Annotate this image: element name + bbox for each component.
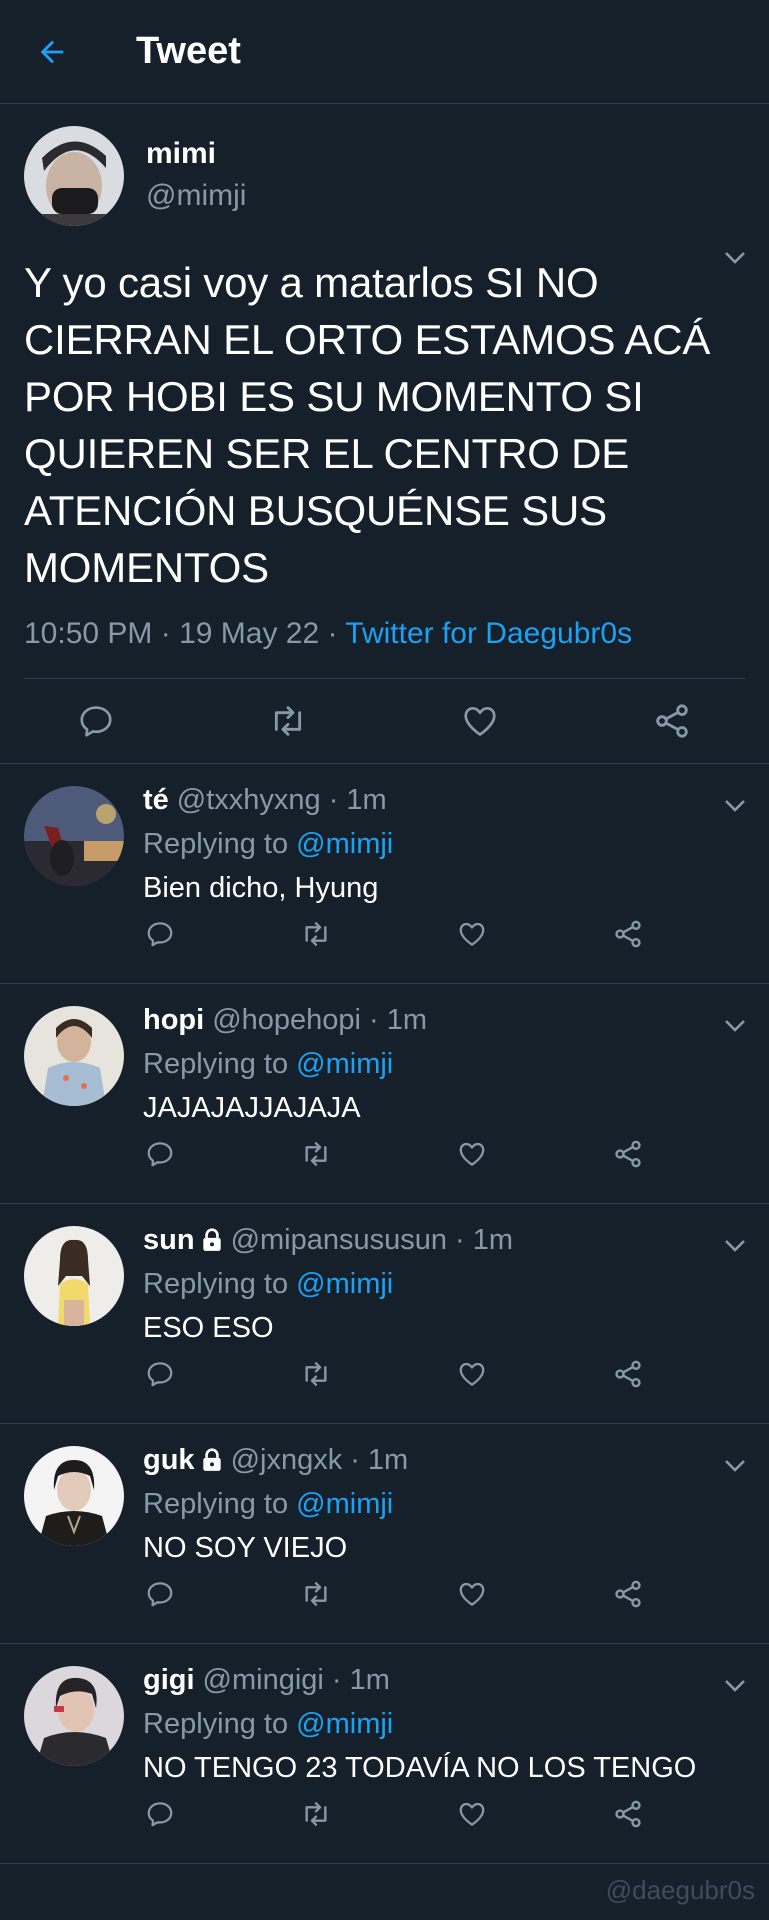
chevron-down-icon[interactable]: [721, 1012, 749, 1040]
mention-link[interactable]: @mimji: [296, 1488, 393, 1520]
replies-list: té @txxhyxng · 1m Replying to @mimji Bien di…: [0, 764, 769, 1864]
reply-text: JAJAJAJJAJAJA: [143, 1092, 361, 1124]
lock-icon: [199, 1447, 225, 1473]
retweet-icon[interactable]: [298, 916, 334, 952]
replying-to-label: Replying to: [143, 1488, 297, 1520]
retweet-icon[interactable]: [268, 701, 308, 741]
reply-text: NO SOY VIEJO: [143, 1532, 348, 1564]
reply-author-name[interactable]: hopi: [143, 998, 204, 1042]
mention-link[interactable]: @mimji: [296, 1268, 393, 1300]
tweet-actions: [24, 679, 745, 763]
reply-author-handle[interactable]: @hopehopi: [212, 998, 361, 1042]
replying-to-label: Replying to: [143, 1708, 297, 1740]
mention-link[interactable]: @mimji: [296, 828, 393, 860]
author-handle[interactable]: @mimji: [146, 174, 246, 218]
reply-text: ESO ESO: [143, 1312, 274, 1344]
share-icon[interactable]: [610, 1576, 646, 1612]
reply-icon[interactable]: [142, 1796, 178, 1832]
like-icon[interactable]: [454, 1576, 490, 1612]
main-tweet: mimi @mimji Y yo casi voy a matarlos SI …: [0, 104, 769, 763]
reply-author-name[interactable]: guk: [143, 1438, 195, 1482]
reply-author-handle[interactable]: @txxhyxng: [177, 778, 321, 822]
reply-tweet[interactable]: hopi @hopehopi · 1m Replying to @mimji JAJAJ…: [0, 984, 769, 1204]
reply-author-handle[interactable]: @mingigi: [203, 1658, 324, 1702]
like-icon[interactable]: [454, 1136, 490, 1172]
tweet-text: Y yo casi voy a matarlos SI NO CIERRAN E…: [24, 259, 711, 591]
watermark: @daegubr0s: [605, 1875, 755, 1905]
like-icon[interactable]: [454, 916, 490, 952]
avatar[interactable]: [24, 1446, 124, 1546]
reply-author-name[interactable]: sun: [143, 1218, 195, 1262]
reply-time: · 1m: [368, 1004, 427, 1036]
reply-time: · 1m: [331, 1664, 390, 1696]
replying-to-label: Replying to: [143, 1048, 297, 1080]
like-icon[interactable]: [460, 701, 500, 741]
retweet-icon[interactable]: [298, 1356, 334, 1392]
top-bar: Tweet: [0, 0, 769, 104]
reply-author-name[interactable]: gigi: [143, 1658, 195, 1702]
avatar[interactable]: [24, 1226, 124, 1326]
chevron-down-icon[interactable]: [721, 1452, 749, 1480]
chevron-down-icon[interactable]: [721, 1232, 749, 1260]
avatar[interactable]: [24, 786, 124, 886]
share-icon[interactable]: [652, 701, 692, 741]
retweet-icon[interactable]: [298, 1136, 334, 1172]
tweet-source-link[interactable]: Twitter for Daegubr0s: [345, 617, 632, 650]
reply-tweet[interactable]: gigi @mingigi · 1m Replying to @mimji NO TEN…: [0, 1644, 769, 1864]
author-name[interactable]: mimi: [146, 134, 246, 174]
reply-icon[interactable]: [142, 1356, 178, 1392]
avatar[interactable]: [24, 1006, 124, 1106]
page-title: Tweet: [136, 30, 241, 72]
reply-icon[interactable]: [142, 916, 178, 952]
share-icon[interactable]: [610, 1136, 646, 1172]
like-icon[interactable]: [454, 1796, 490, 1832]
mention-link[interactable]: @mimji: [296, 1048, 393, 1080]
avatar[interactable]: [24, 126, 124, 226]
reply-icon[interactable]: [76, 701, 116, 741]
reply-icon[interactable]: [142, 1576, 178, 1612]
reply-author-handle[interactable]: @mipansususun: [231, 1218, 447, 1262]
reply-time: · 1m: [455, 1224, 514, 1256]
replying-to-label: Replying to: [143, 1268, 297, 1300]
reply-text: Bien dicho, Hyung: [143, 872, 379, 904]
share-icon[interactable]: [610, 1356, 646, 1392]
retweet-icon[interactable]: [298, 1796, 334, 1832]
share-icon[interactable]: [610, 1796, 646, 1832]
mention-link[interactable]: @mimji: [296, 1708, 393, 1740]
chevron-down-icon[interactable]: [721, 1672, 749, 1700]
replying-to-label: Replying to: [143, 828, 297, 860]
retweet-icon[interactable]: [298, 1576, 334, 1612]
reply-time: · 1m: [328, 784, 387, 816]
back-arrow-icon[interactable]: [24, 24, 80, 80]
lock-icon: [199, 1227, 225, 1253]
tweet-meta: 10:50 PM · 19 May 22 · Twitter for Daegu…: [24, 612, 745, 656]
reply-tweet[interactable]: guk @jxngxk · 1m Replying to @mimji NO SOY V…: [0, 1424, 769, 1644]
like-icon[interactable]: [454, 1356, 490, 1392]
reply-time: · 1m: [350, 1444, 409, 1476]
reply-author-name[interactable]: té: [143, 778, 169, 822]
tweet-timestamp: 10:50 PM · 19 May 22 ·: [24, 617, 346, 650]
chevron-down-icon[interactable]: [721, 244, 749, 272]
avatar[interactable]: [24, 1666, 124, 1766]
reply-tweet[interactable]: té @txxhyxng · 1m Replying to @mimji Bien di…: [0, 764, 769, 984]
reply-author-handle[interactable]: @jxngxk: [231, 1438, 343, 1482]
chevron-down-icon[interactable]: [721, 792, 749, 820]
reply-icon[interactable]: [142, 1136, 178, 1172]
share-icon[interactable]: [610, 916, 646, 952]
reply-tweet[interactable]: sun @mipansususun · 1m Replying to @mimji ES…: [0, 1204, 769, 1424]
reply-text: NO TENGO 23 TODAVÍA NO LOS TENGO: [143, 1752, 697, 1784]
